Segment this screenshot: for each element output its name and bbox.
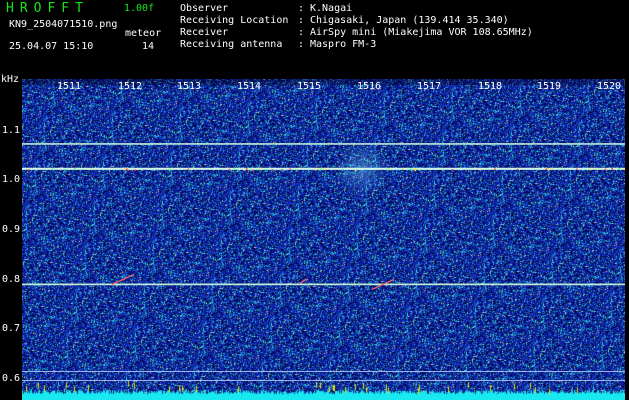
carrier-speckle	[623, 168, 625, 170]
carrier-speckle	[233, 168, 235, 171]
x-tick-label: 1511	[57, 81, 82, 92]
carrier-speckle	[246, 168, 248, 170]
carrier-speckle	[134, 169, 136, 171]
meta-location: Receiving Location: Chigasaki, Japan (139…	[180, 15, 509, 26]
observation-timestamp: 25.04.07 15:10	[9, 41, 94, 52]
carrier-speckle	[545, 168, 548, 170]
carrier-speckle	[74, 168, 76, 170]
carrier-speckle	[187, 168, 190, 170]
carrier-speckle	[295, 169, 298, 171]
x-tick-label: 1513	[177, 81, 202, 92]
y-tick-label: 0.8	[2, 274, 21, 285]
carrier-speckle	[243, 169, 246, 171]
carrier-speckle	[547, 169, 550, 172]
carrier-speckle	[168, 169, 171, 171]
carrier-speckle	[415, 168, 417, 170]
carrier-speckle	[90, 168, 93, 170]
y-tick-label: 0.7	[2, 323, 21, 334]
carrier-speckle	[228, 168, 231, 171]
meta-observer: Observer: K.Nagai	[180, 3, 352, 14]
meta-value: Chigasaki, Japan (139.414 35.340)	[310, 15, 509, 26]
image-filename: KN9_2504071510.png	[9, 19, 118, 30]
carrier-speckle	[452, 169, 454, 171]
carrier-speckle	[289, 168, 291, 170]
carrier-speckle	[281, 169, 283, 171]
carrier-speckle	[388, 168, 390, 170]
carrier-speckle	[319, 168, 322, 170]
meta-separator: :	[298, 3, 305, 14]
spectrogram	[22, 79, 625, 400]
meteor-echo	[111, 273, 135, 285]
carrier-speckle	[324, 168, 327, 171]
carrier-speckle	[604, 168, 607, 171]
carrier-speckle	[252, 169, 255, 172]
y-tick-label: 1.1	[2, 125, 21, 136]
carrier-speckle	[354, 169, 357, 172]
meta-separator: :	[298, 27, 305, 38]
carrier-speckle	[342, 168, 344, 171]
spectrogram-overlay	[22, 143, 625, 381]
x-tick-label: 1519	[537, 81, 562, 92]
carrier-speckle	[314, 169, 317, 171]
carrier-speckle	[576, 168, 578, 170]
y-tick-label: 0.9	[2, 224, 21, 235]
meta-antenna: Receiving antenna: Maspro FM-3	[180, 39, 376, 50]
x-tick-label: 1515	[297, 81, 322, 92]
meteor-count: 14	[142, 41, 155, 52]
carrier-speckle	[618, 167, 620, 170]
carrier-speckle	[589, 168, 592, 171]
meta-label: Receiving Location	[180, 15, 289, 26]
x-tick-label: 1520	[597, 81, 622, 92]
x-tick-label: 1516	[357, 81, 382, 92]
x-tick-label: 1518	[478, 81, 503, 92]
app-brand: HROFFT	[6, 1, 89, 16]
carrier-speckle	[562, 169, 564, 171]
carrier-speckle	[271, 169, 274, 171]
meta-value: Maspro FM-3	[310, 39, 377, 50]
carrier-speckle	[442, 169, 444, 171]
carrier-speckle	[127, 169, 129, 172]
carrier-speckle	[386, 168, 388, 171]
carrier-speckle	[419, 169, 421, 171]
meta-receiver: Receiver: AirSpy mini (Miakejima VOR 108.…	[180, 27, 533, 38]
carrier-speckle	[266, 169, 268, 171]
carrier-speckle	[27, 169, 30, 171]
carrier-speckle	[401, 168, 404, 170]
y-tick-label: 0.6	[2, 373, 21, 384]
meta-separator: :	[298, 39, 305, 50]
hrofft-window: HROFFT 1.00f KN9_2504071510.png meteor 2…	[0, 0, 629, 400]
carrier-speckle	[51, 167, 54, 170]
carrier-speckle	[551, 168, 553, 170]
meta-label: Observer	[180, 3, 229, 14]
carrier-speckle	[123, 167, 126, 170]
carrier-speckle	[64, 169, 66, 171]
carrier-speckle	[479, 169, 481, 171]
meta-label: Receiving antenna	[180, 39, 283, 50]
meta-value: AirSpy mini (Miakejima VOR 108.65MHz)	[310, 27, 533, 38]
carrier-speckle	[410, 169, 413, 171]
carrier-speckle	[611, 168, 613, 170]
meta-value: K.Nagai	[310, 3, 353, 14]
x-tick-label: 1517	[417, 81, 442, 92]
y-tick-label: 1.0	[2, 174, 21, 185]
carrier-speckle	[259, 168, 261, 170]
carrier-speckle	[126, 168, 128, 170]
carrier-speckle	[516, 168, 519, 171]
carrier-speckle	[494, 168, 496, 170]
x-tick-label: 1512	[118, 81, 143, 92]
carrier-speckle	[250, 169, 252, 171]
meta-label: Receiver	[180, 27, 229, 38]
meta-separator: :	[298, 15, 305, 26]
app-version: 1.00f	[124, 3, 155, 14]
y-axis-unit: kHz	[1, 74, 20, 85]
observation-mode: meteor	[125, 28, 162, 39]
meteor-echo	[299, 278, 307, 284]
carrier-speckle	[547, 168, 550, 170]
carrier-speckle	[596, 168, 599, 170]
x-tick-label: 1514	[237, 81, 262, 92]
carrier-speckle	[256, 169, 258, 171]
